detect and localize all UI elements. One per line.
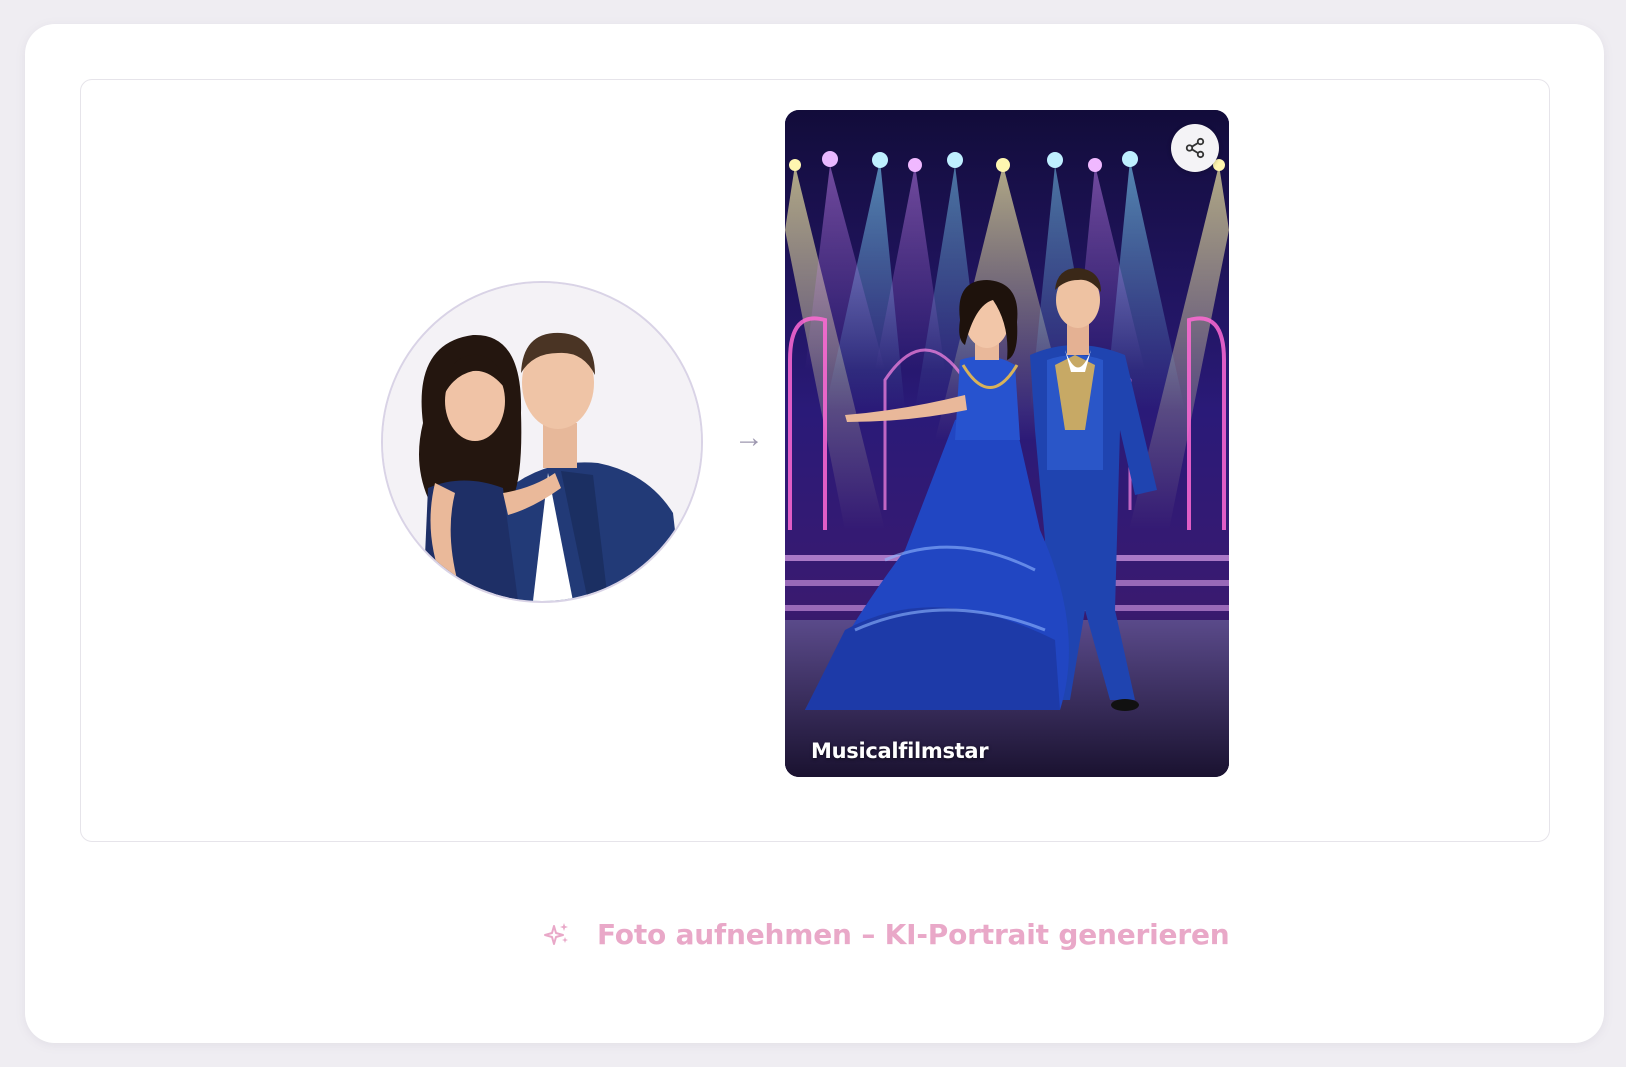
couple-photo-illustration [383,283,701,601]
musical-stage-illustration [785,110,1229,777]
share-button[interactable] [1171,124,1219,172]
input-photo [381,281,703,603]
preview-panel: → Musicalfilmstar [80,79,1550,842]
sparkles-icon [544,923,568,945]
generate-portrait-button[interactable]: Foto aufnehmen – KI-Portrait generieren [543,912,1230,956]
generator-card: → Musicalfilmstar Foto aufnehmen – KI-Po… [25,24,1604,1043]
generate-portrait-label: Foto aufnehmen – KI-Portrait generieren [597,917,1230,951]
share-icon [1185,137,1205,159]
result-portrait-card[interactable]: Musicalfilmstar [785,110,1229,777]
style-name-label: Musicalfilmstar [811,739,989,763]
arrow-icon: → [734,421,764,454]
